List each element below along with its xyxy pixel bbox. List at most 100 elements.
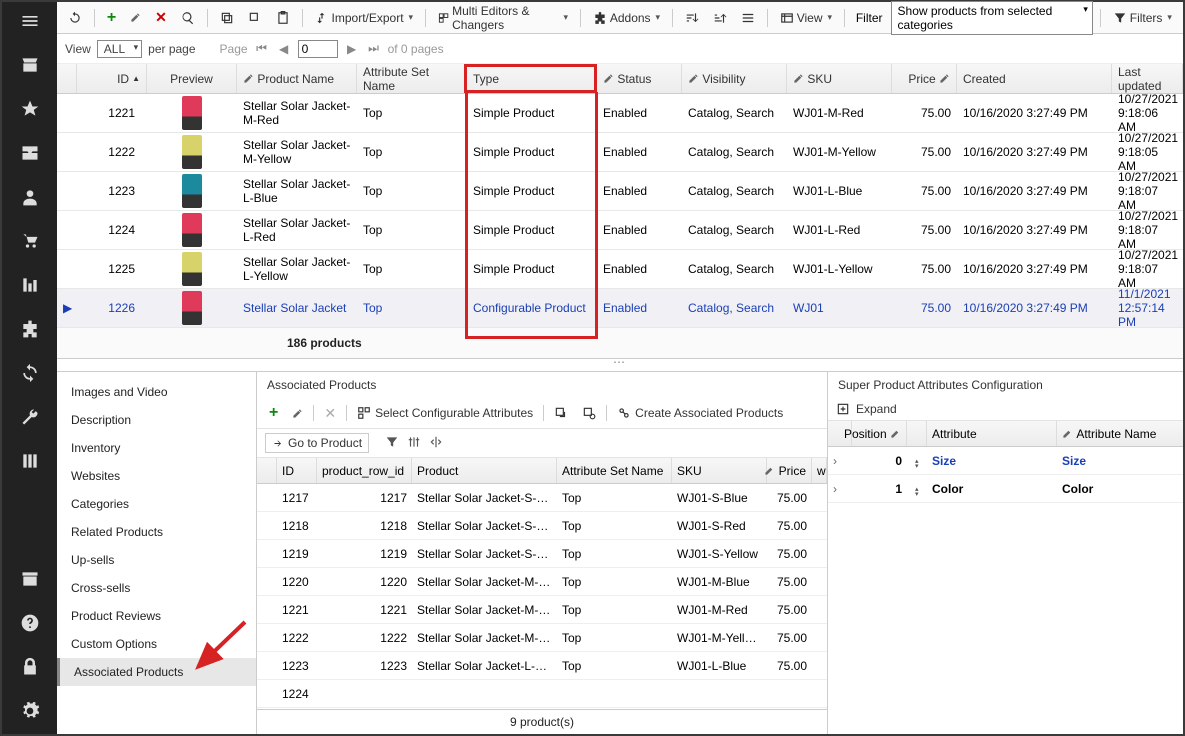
select-attrs-button[interactable]: Select Configurable Attributes	[353, 404, 537, 422]
tab-related-products[interactable]: Related Products	[57, 518, 256, 546]
assoc-row[interactable]: 1218 1218 Stellar Solar Jacket-S-Red Top…	[257, 512, 827, 540]
col-created[interactable]: Created	[957, 64, 1112, 93]
page-input[interactable]	[298, 40, 338, 58]
sort1-button[interactable]	[680, 8, 704, 28]
table-row[interactable]: 1223 Stellar Solar Jacket-L-Blue Top Sim…	[57, 172, 1183, 211]
acol-id[interactable]: ID	[277, 458, 317, 483]
col-status[interactable]: Status	[597, 64, 682, 93]
col-type[interactable]: Type	[464, 64, 597, 93]
expand-button[interactable]: Expand	[856, 402, 897, 416]
attr-row[interactable]: › 1 ▴▾ Color Color	[828, 475, 1183, 503]
chart-icon[interactable]	[19, 274, 41, 296]
next-page-button[interactable]: ▶	[344, 42, 360, 56]
attr-row[interactable]: › 0 ▴▾ Size Size	[828, 447, 1183, 475]
addons-menu[interactable]: Addons	[588, 8, 665, 28]
assoc-row[interactable]: 1219 1219 Stellar Solar Jacket-S-Yellow …	[257, 540, 827, 568]
col-name[interactable]: Product Name	[237, 64, 357, 93]
col-visibility[interactable]: Visibility	[682, 64, 787, 93]
assoc-btn1[interactable]	[550, 404, 572, 422]
col-attribute[interactable]: Attribute	[927, 421, 1057, 446]
filter-dropdown[interactable]: Show products from selected categories	[891, 1, 1093, 35]
delete-button[interactable]: ✕	[150, 6, 172, 29]
acol-sku[interactable]: SKU	[672, 458, 767, 483]
import-export-menu[interactable]: Import/Export	[310, 8, 419, 28]
assoc-btn2[interactable]	[578, 404, 600, 422]
edit-button[interactable]	[125, 9, 146, 26]
col-position[interactable]: Position	[852, 421, 907, 446]
acol-w[interactable]: w	[812, 458, 827, 483]
columns-icon[interactable]	[19, 450, 41, 472]
inbox-icon[interactable]	[19, 142, 41, 164]
assoc-add-button[interactable]: +	[265, 402, 282, 424]
help-icon[interactable]	[19, 612, 41, 634]
sort2-button[interactable]	[708, 8, 732, 28]
expand-icon[interactable]: ›	[828, 454, 852, 468]
go-to-product-button[interactable]: Go to Product	[265, 433, 369, 453]
col-sku[interactable]: SKU	[787, 64, 892, 93]
sort3-button[interactable]	[736, 8, 760, 28]
tab-product-reviews[interactable]: Product Reviews	[57, 602, 256, 630]
add-button[interactable]: +	[102, 6, 121, 30]
assoc-delete-button[interactable]: ✕	[320, 403, 340, 424]
last-page-button[interactable]: ⏭	[366, 41, 382, 56]
tab-inventory[interactable]: Inventory	[57, 434, 256, 462]
assoc-row[interactable]: 1223 1223 Stellar Solar Jacket-L-Blue To…	[257, 652, 827, 680]
acol-prid[interactable]: product_row_id	[317, 458, 412, 483]
table-row[interactable]: 1222 Stellar Solar Jacket-M-Yellow Top S…	[57, 133, 1183, 172]
assoc-row[interactable]: 1222 1222 Stellar Solar Jacket-M-Yell… T…	[257, 624, 827, 652]
filters-menu[interactable]: Filters	[1108, 8, 1177, 28]
col-updated[interactable]: Last updated	[1112, 64, 1183, 93]
acol-price[interactable]: Price	[767, 458, 812, 483]
copy-button[interactable]	[215, 8, 239, 28]
tab-up-sells[interactable]: Up-sells	[57, 546, 256, 574]
gear-icon[interactable]	[19, 700, 41, 722]
lock-icon[interactable]	[19, 656, 41, 678]
copy2-button[interactable]	[243, 8, 267, 28]
archive-icon[interactable]	[19, 568, 41, 590]
sync-icon[interactable]	[19, 362, 41, 384]
wrench-icon[interactable]	[19, 406, 41, 428]
assoc-row[interactable]: 1224	[257, 680, 827, 708]
assoc-filter-button[interactable]	[385, 435, 399, 452]
col-price[interactable]: Price	[892, 64, 957, 93]
tab-websites[interactable]: Websites	[57, 462, 256, 490]
first-page-button[interactable]: ⏮	[254, 41, 270, 56]
multi-editors-menu[interactable]: Multi Editors & Changers	[433, 1, 573, 35]
col-preview[interactable]: Preview	[147, 64, 237, 93]
paste-button[interactable]	[271, 8, 295, 28]
acol-attr[interactable]: Attribute Set Name	[557, 458, 672, 483]
table-row[interactable]: 1225 Stellar Solar Jacket-L-Yellow Top S…	[57, 250, 1183, 289]
assoc-edit-button[interactable]	[288, 406, 307, 421]
store-icon[interactable]	[19, 54, 41, 76]
menu-icon[interactable]	[19, 10, 41, 32]
assoc-split-button[interactable]	[429, 435, 443, 452]
assoc-row[interactable]: 1220 1220 Stellar Solar Jacket-M-Blue To…	[257, 568, 827, 596]
table-row[interactable]: 1221 Stellar Solar Jacket-M-Red Top Simp…	[57, 94, 1183, 133]
expand-icon[interactable]: ›	[828, 482, 852, 496]
table-row[interactable]: 1224 Stellar Solar Jacket-L-Red Top Simp…	[57, 211, 1183, 250]
star-icon[interactable]	[19, 98, 41, 120]
puzzle-icon[interactable]	[19, 318, 41, 340]
cart-icon[interactable]	[19, 230, 41, 252]
view-menu[interactable]: View	[775, 8, 837, 28]
tab-description[interactable]: Description	[57, 406, 256, 434]
table-row[interactable]: ▶ 1226 Stellar Solar Jacket Top Configur…	[57, 289, 1183, 328]
col-id[interactable]: ID ▲	[77, 64, 147, 93]
create-assoc-button[interactable]: Create Associated Products	[613, 404, 787, 422]
col-attr[interactable]: Attribute Set Name	[357, 64, 467, 93]
refresh-button[interactable]	[63, 8, 87, 28]
col-attr-name[interactable]: Attribute Name	[1057, 421, 1183, 446]
tab-categories[interactable]: Categories	[57, 490, 256, 518]
tab-custom-options[interactable]: Custom Options	[57, 630, 256, 658]
user-icon[interactable]	[19, 186, 41, 208]
acol-product[interactable]: Product	[412, 458, 557, 483]
prev-page-button[interactable]: ◀	[276, 42, 292, 56]
assoc-row[interactable]: 1217 1217 Stellar Solar Jacket-S-Blue To…	[257, 484, 827, 512]
horizontal-splitter[interactable]: ⋯	[57, 359, 1183, 371]
assoc-cols-button[interactable]	[407, 435, 421, 452]
assoc-row[interactable]: 1221 1221 Stellar Solar Jacket-M-Red Top…	[257, 596, 827, 624]
tab-images-and-video[interactable]: Images and Video	[57, 378, 256, 406]
search-button[interactable]	[176, 8, 200, 28]
tab-associated-products[interactable]: Associated Products	[57, 658, 256, 686]
per-page-select[interactable]: ALL	[97, 40, 142, 58]
